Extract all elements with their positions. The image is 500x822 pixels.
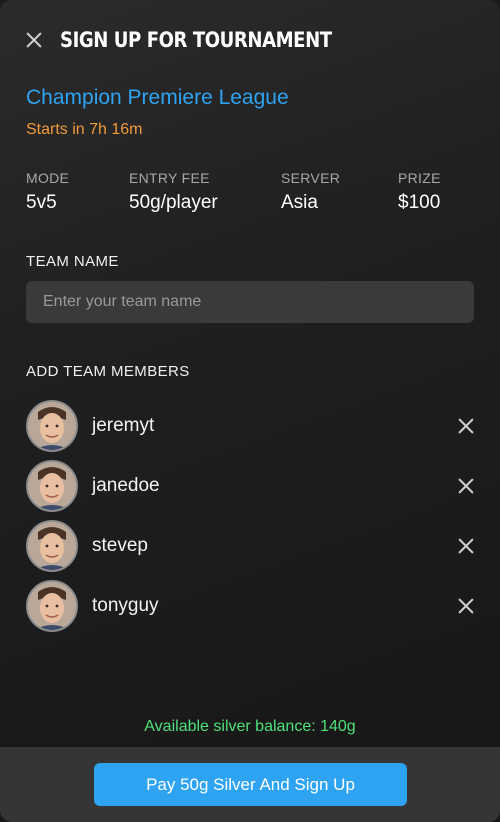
team-name-label: TEAM NAME — [26, 253, 119, 270]
remove-member-icon[interactable] — [456, 536, 476, 556]
stat-prize: PRIZE $100 — [398, 170, 441, 214]
team-members-label: ADD TEAM MEMBERS — [26, 363, 190, 380]
stat-label: PRIZE — [398, 170, 441, 186]
stat-label: MODE — [26, 170, 70, 186]
member-row: stevep — [26, 520, 476, 572]
avatar-face-icon — [28, 462, 76, 510]
remove-member-icon[interactable] — [456, 416, 476, 436]
silver-balance: Available silver balance: 140g — [144, 718, 356, 735]
stat-value: 5v5 — [26, 192, 57, 213]
avatar — [26, 460, 78, 512]
member-row: jeremyt — [26, 400, 476, 452]
avatar-face-icon — [28, 522, 76, 570]
avatar-face-icon — [28, 582, 76, 630]
member-username: stevep — [92, 535, 148, 556]
avatar-face-icon — [28, 402, 76, 450]
close-icon[interactable] — [24, 30, 44, 50]
tournament-name: Champion Premiere League — [26, 86, 289, 109]
signup-panel: SIGN UP FOR TOURNAMENT Champion Premiere… — [0, 0, 500, 822]
footer: Pay 50g Silver And Sign Up — [0, 747, 500, 822]
member-username: janedoe — [92, 475, 160, 496]
page-title: SIGN UP FOR TOURNAMENT — [60, 28, 332, 52]
stat-mode: MODE 5v5 — [26, 170, 69, 214]
member-username: jeremyt — [92, 415, 155, 436]
stat-server: SERVER Asia — [281, 170, 340, 214]
avatar — [26, 520, 78, 572]
stat-label: SERVER — [281, 170, 341, 186]
member-row: tonyguy — [26, 580, 476, 632]
start-countdown: Starts in 7h 16m — [26, 121, 143, 138]
stat-value: 50g/player — [129, 192, 218, 213]
team-name-input[interactable] — [26, 281, 474, 323]
member-username: tonyguy — [92, 595, 159, 616]
avatar — [26, 400, 78, 452]
stat-value: Asia — [281, 192, 318, 213]
stat-entry-fee: ENTRY FEE 50g/player — [129, 170, 218, 214]
avatar — [26, 580, 78, 632]
header: SIGN UP FOR TOURNAMENT — [0, 0, 500, 80]
remove-member-icon[interactable] — [456, 476, 476, 496]
remove-member-icon[interactable] — [456, 596, 476, 616]
stat-label: ENTRY FEE — [129, 170, 210, 186]
member-row: janedoe — [26, 460, 476, 512]
stat-value: $100 — [398, 192, 441, 213]
pay-signup-button[interactable]: Pay 50g Silver And Sign Up — [94, 763, 407, 806]
